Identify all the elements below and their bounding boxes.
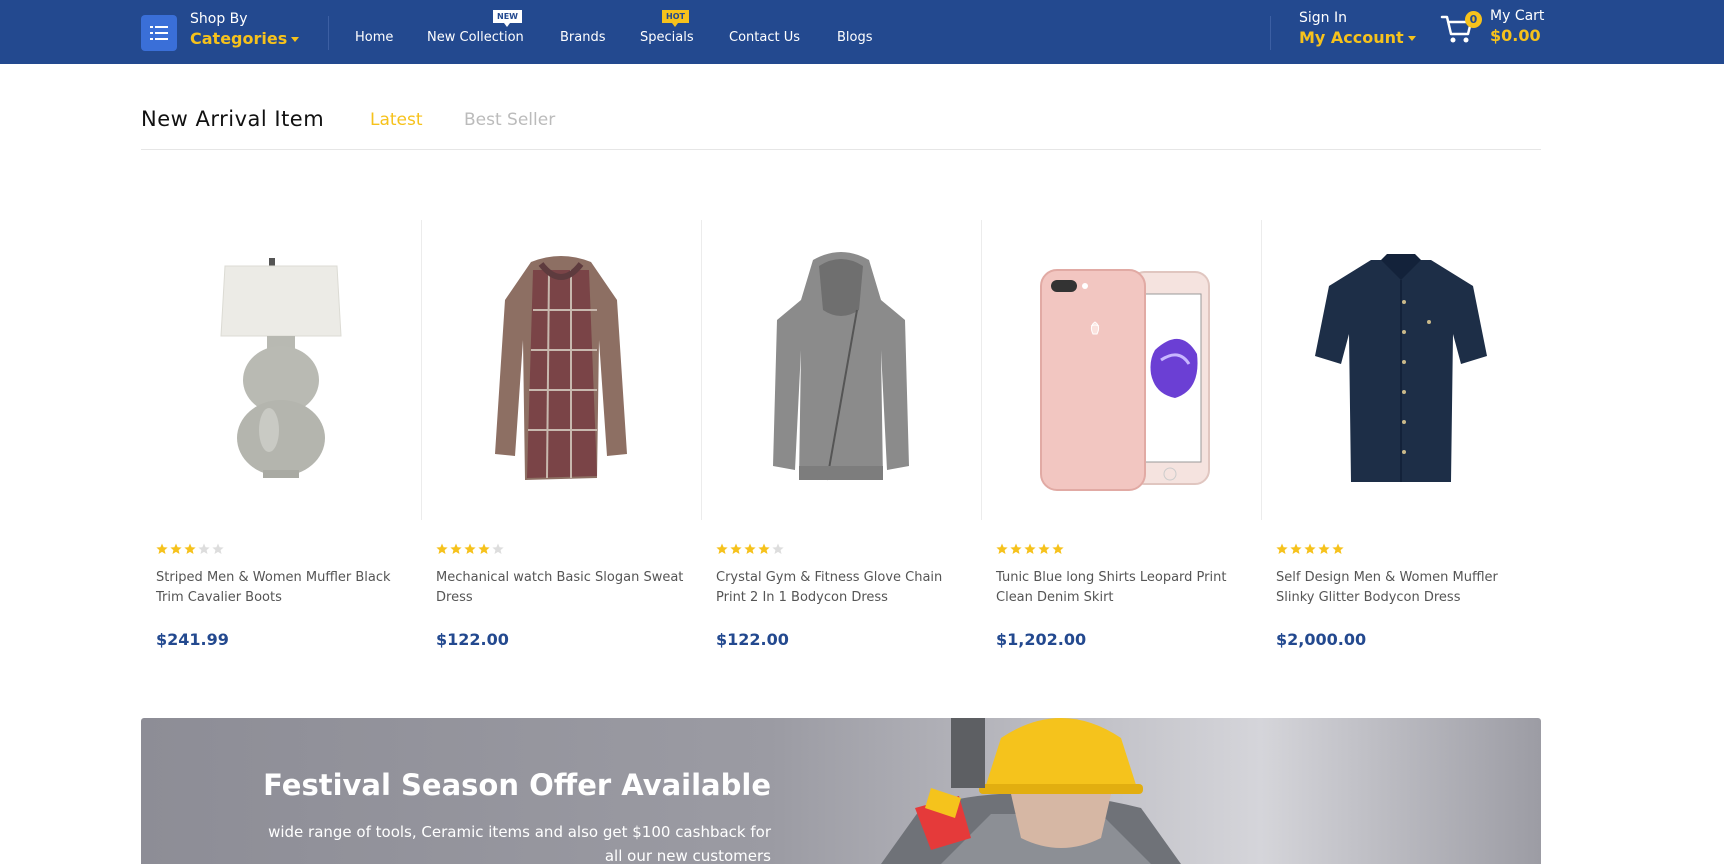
star-filled-icon: [184, 543, 196, 554]
cardigan-image: [495, 256, 627, 480]
nav-specials[interactable]: Specials: [640, 30, 694, 45]
product-card[interactable]: Crystal Gym & Fitness Glove Chain Print …: [701, 220, 981, 660]
product-price: $241.99: [156, 630, 229, 649]
caret-down-icon: [1407, 36, 1416, 41]
product-price: $2,000.00: [1276, 630, 1367, 649]
star-filled-icon: [1332, 543, 1344, 554]
lamp-image: [220, 258, 342, 478]
star-empty-icon: [492, 543, 504, 554]
cart-count-badge: 0: [1465, 11, 1482, 28]
star-filled-icon: [1304, 543, 1316, 554]
star-filled-icon: [170, 543, 182, 554]
cart-summary[interactable]: My Cart $0.00: [1490, 8, 1544, 45]
new-badge: NEW: [493, 10, 522, 27]
star-filled-icon: [1290, 543, 1302, 554]
list-icon: [150, 26, 168, 40]
nav-brands[interactable]: Brands: [560, 30, 606, 45]
product-name[interactable]: Tunic Blue long Shirts Leopard Print Cle…: [996, 568, 1251, 608]
sign-in-label: Sign In: [1299, 10, 1347, 26]
product-name[interactable]: Crystal Gym & Fitness Glove Chain Print …: [716, 568, 971, 608]
phone-image: [1040, 269, 1210, 491]
nav-new-collection[interactable]: New Collection: [427, 30, 524, 45]
divider: [1270, 16, 1271, 50]
star-empty-icon: [772, 543, 784, 554]
section-title: New Arrival Item: [141, 107, 325, 131]
hot-badge: HOT: [662, 10, 689, 27]
star-filled-icon: [996, 543, 1008, 554]
product-image-grey-hoodie[interactable]: [701, 220, 981, 520]
product-price: $122.00: [436, 630, 509, 649]
star-empty-icon: [198, 543, 210, 554]
nav-contact-us[interactable]: Contact Us: [729, 30, 800, 45]
section-divider: [141, 149, 1541, 150]
divider: [328, 16, 329, 50]
star-filled-icon: [1318, 543, 1330, 554]
shirt-image: [1315, 254, 1487, 482]
top-header: Shop By Categories Home NEW New Collecti…: [0, 0, 1724, 64]
nav-blogs[interactable]: Blogs: [837, 30, 873, 45]
rating-stars: [996, 543, 1064, 555]
account-dropdown[interactable]: Sign In My Account: [1299, 10, 1416, 47]
star-filled-icon: [436, 543, 448, 554]
rating-stars: [716, 543, 784, 555]
hoodie-image: [773, 252, 909, 481]
star-filled-icon: [478, 543, 490, 554]
product-card[interactable]: Striped Men & Women Muffler Black Trim C…: [141, 220, 421, 660]
tab-latest[interactable]: Latest: [370, 110, 423, 130]
product-card[interactable]: Self Design Men & Women Muffler Slinky G…: [1261, 220, 1541, 660]
product-name[interactable]: Mechanical watch Basic Slogan Sweat Dres…: [436, 568, 691, 608]
star-filled-icon: [1276, 543, 1288, 554]
rating-stars: [436, 543, 504, 555]
product-image-navy-shirt[interactable]: [1261, 220, 1541, 520]
banner-subtitle: wide range of tools, Ceramic items and a…: [268, 823, 771, 864]
star-filled-icon: [716, 543, 728, 554]
my-account-label: My Account: [1299, 28, 1404, 47]
star-filled-icon: [1010, 543, 1022, 554]
product-name[interactable]: Striped Men & Women Muffler Black Trim C…: [156, 568, 411, 608]
star-filled-icon: [730, 543, 742, 554]
star-filled-icon: [156, 543, 168, 554]
categories-small-label: Shop By: [190, 11, 248, 27]
promo-banner[interactable]: Festival Season Offer Available wide ran…: [141, 718, 1541, 864]
construction-worker-image: [881, 718, 1181, 864]
nav-home[interactable]: Home: [355, 30, 393, 45]
star-empty-icon: [212, 543, 224, 554]
star-filled-icon: [450, 543, 462, 554]
product-image-rose-gold-phone[interactable]: [981, 220, 1261, 520]
rating-stars: [1276, 543, 1344, 555]
star-filled-icon: [1038, 543, 1050, 554]
product-image-plaid-cardigan[interactable]: [421, 220, 701, 520]
tab-best-seller[interactable]: Best Seller: [464, 110, 555, 130]
product-image-table-lamp[interactable]: [141, 220, 421, 520]
star-filled-icon: [1052, 543, 1064, 554]
product-card[interactable]: Tunic Blue long Shirts Leopard Print Cle…: [981, 220, 1261, 660]
product-name[interactable]: Self Design Men & Women Muffler Slinky G…: [1276, 568, 1531, 608]
cart-label: My Cart: [1490, 8, 1545, 24]
product-price: $122.00: [716, 630, 789, 649]
product-price: $1,202.00: [996, 630, 1087, 649]
categories-menu-button[interactable]: [141, 15, 177, 51]
star-filled-icon: [758, 543, 770, 554]
star-filled-icon: [744, 543, 756, 554]
star-filled-icon: [1024, 543, 1036, 554]
rating-stars: [156, 543, 224, 555]
cart-total: $0.00: [1490, 26, 1541, 45]
product-card[interactable]: Mechanical watch Basic Slogan Sweat Dres…: [421, 220, 701, 660]
categories-dropdown[interactable]: Shop By Categories: [190, 11, 300, 48]
caret-down-icon: [291, 37, 300, 42]
star-filled-icon: [464, 543, 476, 554]
categories-label: Categories: [190, 29, 288, 48]
banner-title: Festival Season Offer Available: [263, 768, 771, 802]
